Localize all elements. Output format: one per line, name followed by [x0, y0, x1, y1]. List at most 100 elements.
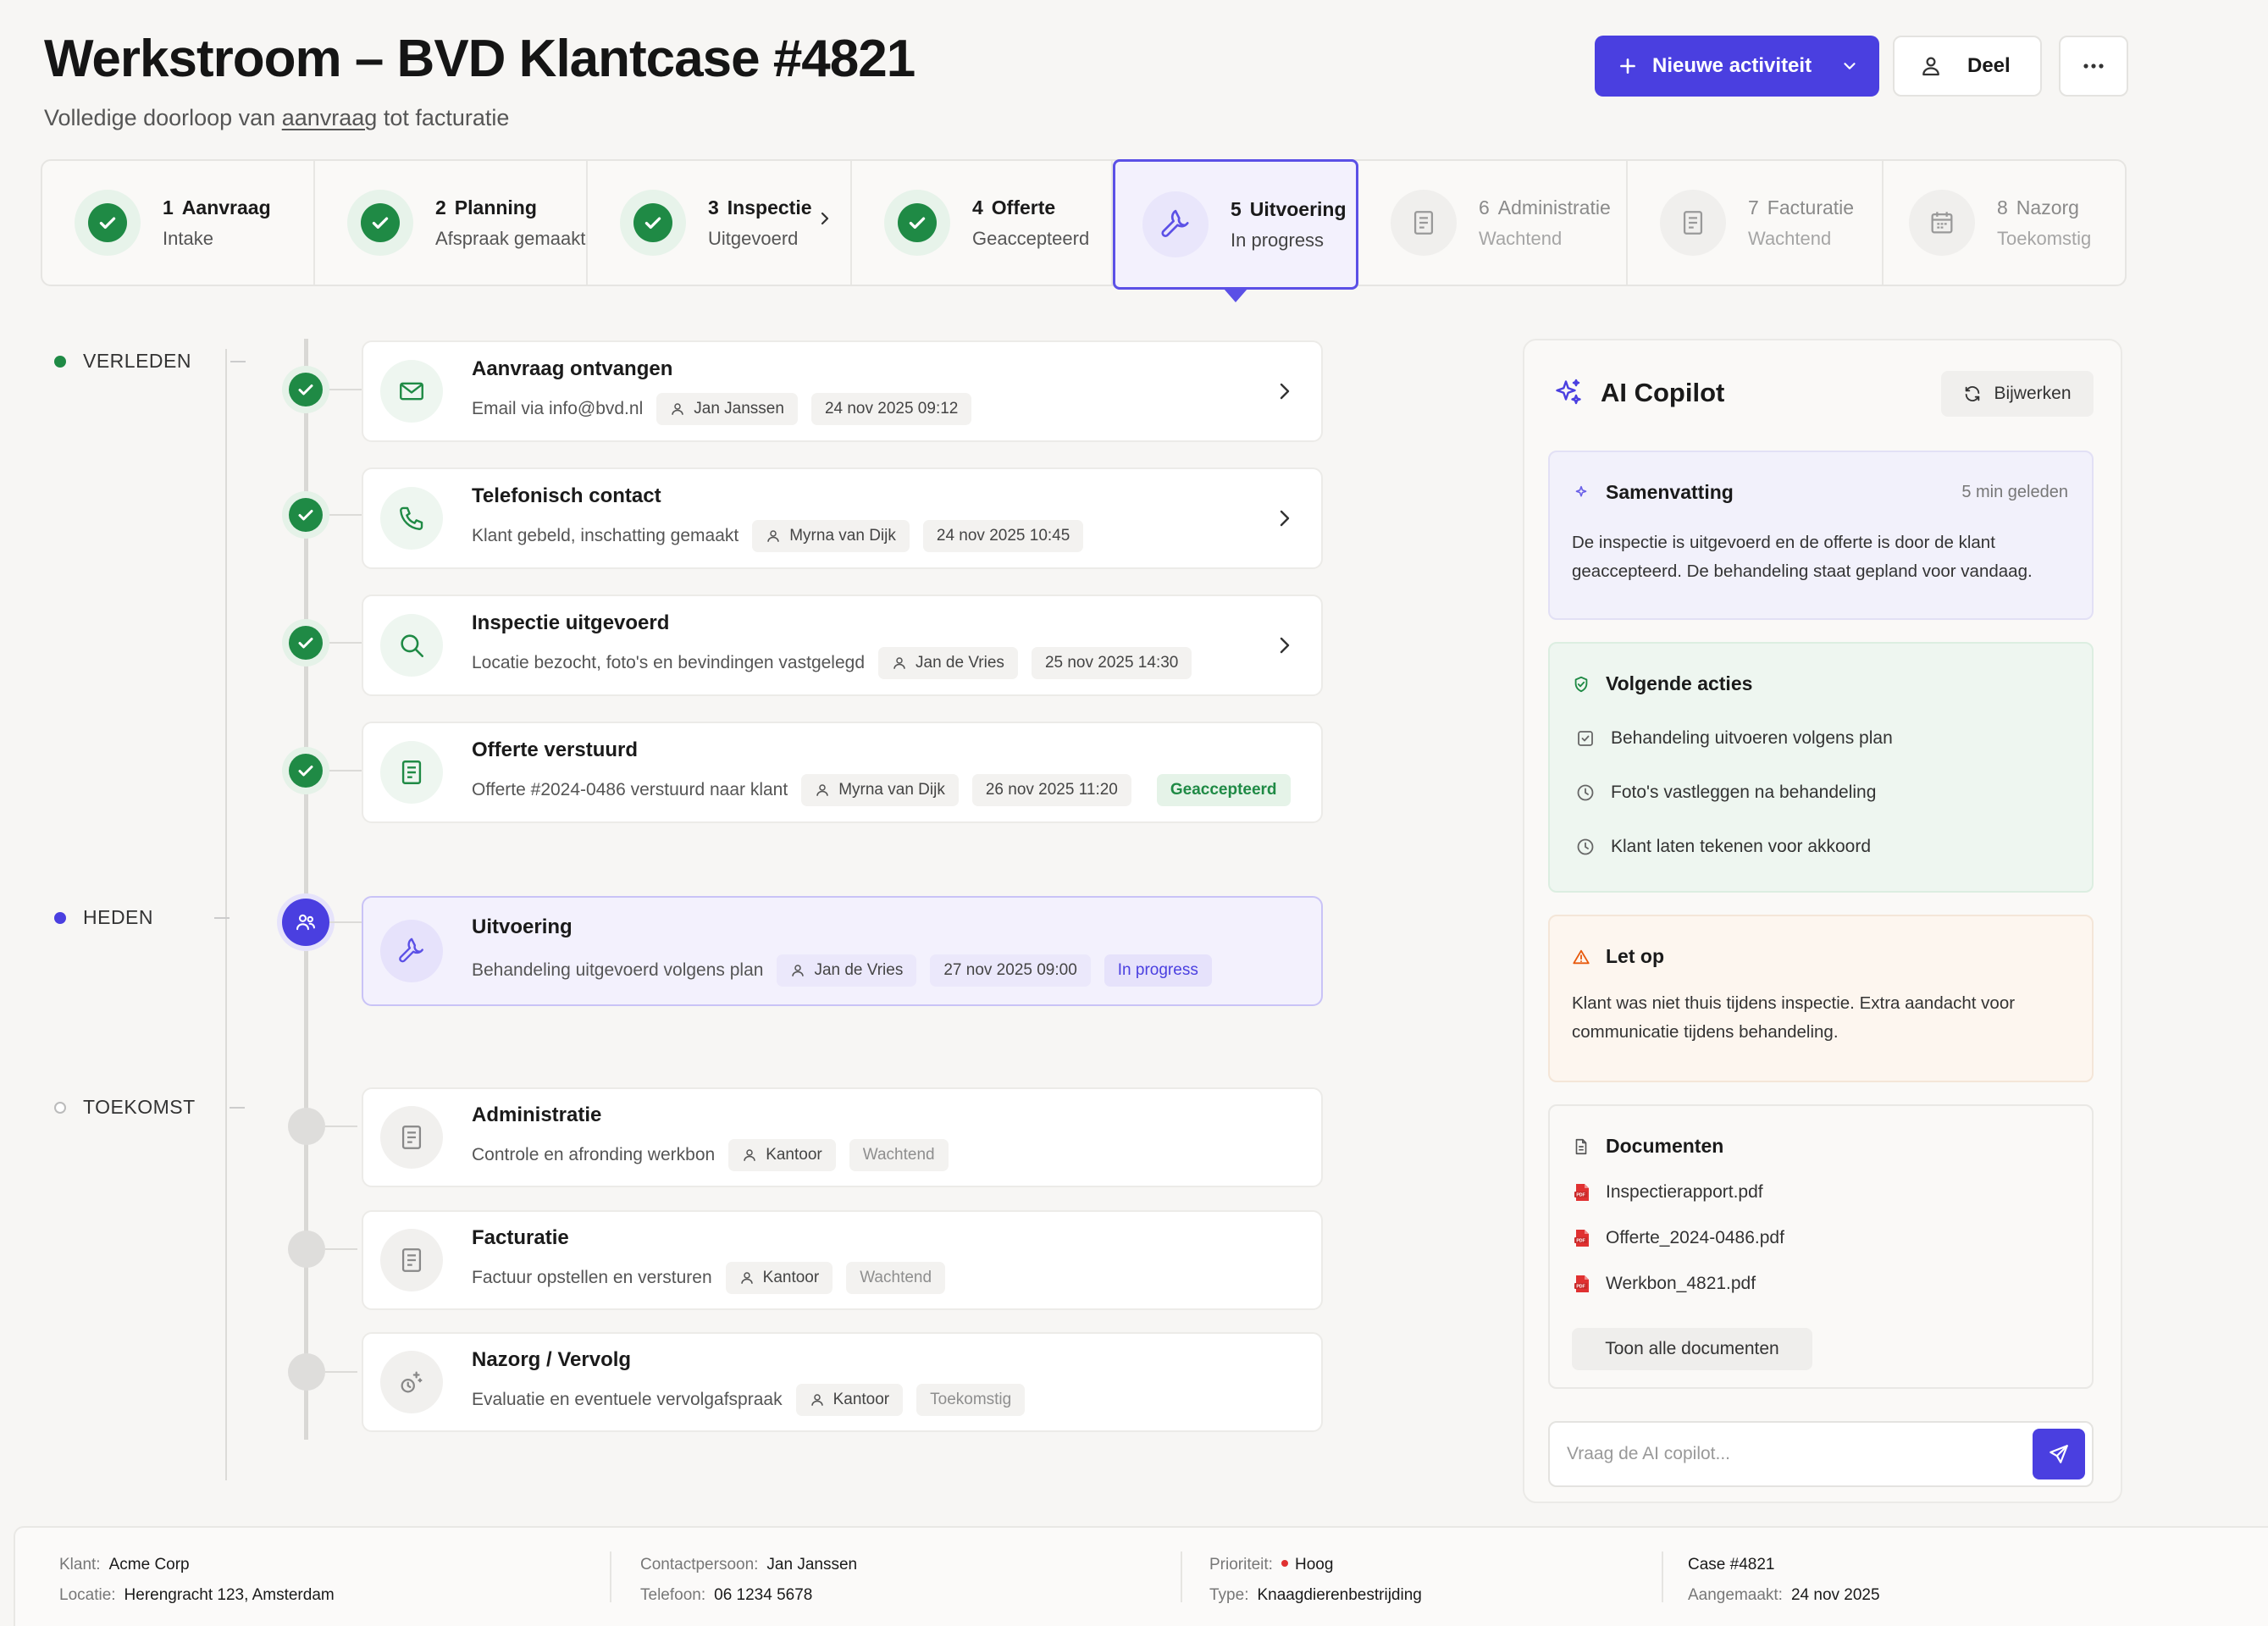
- quote-document-icon: [380, 741, 443, 804]
- step-check-icon: [884, 190, 950, 256]
- activity-card-current[interactable]: Uitvoering Behandeling uitgevoerd volgen…: [362, 896, 1323, 1006]
- activity-title: Uitvoering: [472, 915, 573, 938]
- wrench-icon: [380, 920, 443, 982]
- send-icon: [2049, 1445, 2068, 1463]
- share-button[interactable]: Deel: [1893, 36, 2042, 97]
- step-status: In progress: [1231, 229, 1325, 251]
- document-icon: [1391, 190, 1457, 256]
- status-badge: Wachtend: [846, 1262, 946, 1294]
- step-title: Uitvoering: [1249, 197, 1347, 220]
- person-icon: [792, 965, 805, 976]
- status-badge: In progress: [1104, 954, 1212, 987]
- step-status: Afspraak gemaakt: [435, 227, 586, 249]
- chevron-right-icon[interactable]: [1277, 634, 1292, 656]
- activity-title: Facturatie: [472, 1226, 569, 1249]
- person-icon: [810, 1394, 823, 1406]
- warning-triangle-icon: [1572, 948, 1590, 966]
- step-nazorg[interactable]: 8 Nazorg Toekomstig: [1884, 161, 2125, 285]
- svg-text:PDF: PDF: [1576, 1193, 1585, 1198]
- activity-card[interactable]: Offerte verstuurd Offerte #2024-0486 ver…: [362, 722, 1323, 823]
- activity-title: Nazorg / Vervolg: [472, 1348, 632, 1371]
- step-administratie[interactable]: 6 Administratie Wachtend: [1358, 161, 1628, 285]
- step-status: Wachtend: [1479, 227, 1563, 249]
- footer-client: Klant: Acme Corp Locatie: Herengracht 123,…: [59, 1556, 335, 1604]
- copilot-chat-bar: [1548, 1421, 2094, 1487]
- activity-card-future[interactable]: Nazorg / Vervolg Evaluatie en eventuele …: [362, 1332, 1323, 1432]
- activity-description: Controle en afronding werkbon: [472, 1145, 716, 1164]
- step-status: Intake: [163, 227, 213, 249]
- activity-card[interactable]: Telefonisch contact Klant gebeld, inscha…: [362, 467, 1323, 569]
- document-link[interactable]: PDF Offerte_2024-0486.pdf: [1572, 1228, 1784, 1248]
- timeline-node-future: [288, 1353, 325, 1391]
- footer-contact: Contactpersoon: Jan Janssen Telefoon: 06 1…: [640, 1556, 858, 1604]
- documents-card: Documenten PDF Inspectierapport.pdf PDF Of…: [1548, 1104, 2094, 1389]
- timeline-node-done: [282, 366, 329, 413]
- pdf-icon: PDF: [1574, 1275, 1589, 1292]
- step-facturatie[interactable]: 7 Facturatie Wachtend: [1628, 161, 1884, 285]
- copilot-chat-input[interactable]: [1567, 1444, 2033, 1464]
- step-title: Facturatie: [1767, 196, 1855, 218]
- activity-card-future[interactable]: Administratie Controle en afronding werk…: [362, 1087, 1323, 1187]
- step-status: Wachtend: [1748, 227, 1832, 249]
- activity-title: Telefonisch contact: [472, 484, 661, 507]
- person-chip: Kantoor: [725, 1262, 833, 1294]
- person-icon: [740, 1272, 753, 1284]
- update-button[interactable]: Bijwerken: [1941, 371, 2094, 417]
- warning-text: Klant was niet thuis tijdens inspectie. …: [1572, 993, 2016, 1042]
- action-item[interactable]: Foto's vastleggen na behandeling: [1575, 783, 1876, 803]
- action-item[interactable]: Klant laten tekenen voor akkoord: [1575, 837, 1871, 857]
- subtitle-link[interactable]: aanvraag: [282, 105, 378, 130]
- person-chip: Kantoor: [728, 1139, 836, 1171]
- show-all-documents-button[interactable]: Toon alle documenten: [1572, 1328, 1812, 1370]
- step-offerte[interactable]: 4 Offerte Geaccepteerd: [852, 161, 1113, 285]
- phone-icon: [380, 487, 443, 550]
- step-uitvoering[interactable]: 5 Uitvoering In progress: [1113, 159, 1358, 302]
- step-aanvraag[interactable]: 1 Aanvraag Intake: [42, 161, 315, 285]
- step-title: Nazorg: [2016, 196, 2079, 218]
- activity-card-future[interactable]: Facturatie Factuur opstellen en versture…: [362, 1210, 1323, 1310]
- activity-description: Factuur opstellen en versturen: [472, 1268, 712, 1287]
- sparkle-small-icon: [1572, 484, 1590, 502]
- timeline-node-future: [288, 1231, 325, 1268]
- activity-description: Email via info@bvd.nl: [472, 399, 644, 418]
- person-chip: Myrna van Dijk: [752, 520, 910, 552]
- send-button[interactable]: [2033, 1429, 2085, 1479]
- activity-card[interactable]: Inspectie uitgevoerd Locatie bezocht, fo…: [362, 595, 1323, 696]
- step-title: Offerte: [991, 196, 1056, 218]
- follow-up-icon: [380, 1351, 443, 1413]
- svg-text:PDF: PDF: [1576, 1239, 1585, 1244]
- priority-dot: [1281, 1559, 1288, 1567]
- clock-icon: [1577, 784, 1594, 801]
- date-chip: 25 nov 2025 14:30: [1031, 647, 1192, 679]
- person-chip: Kantoor: [795, 1384, 904, 1416]
- more-options-button[interactable]: [2059, 36, 2128, 97]
- date-chip: 27 nov 2025 09:00: [930, 954, 1091, 987]
- workflow-stepper: 1 Aanvraag Intake 2 Planning Afspraak gemaak…: [41, 159, 2127, 302]
- activity-description: Klant gebeld, inschatting gemaakt: [472, 526, 739, 545]
- document-link[interactable]: PDF Inspectierapport.pdf: [1572, 1182, 1763, 1203]
- share-user-icon: [1918, 53, 1944, 79]
- action-item[interactable]: Behandeling uitvoeren volgens plan: [1575, 728, 1893, 749]
- status-badge: Geaccepteerd: [1156, 774, 1291, 806]
- document-link[interactable]: PDF Werkbon_4821.pdf: [1572, 1274, 1756, 1294]
- chevron-right-icon: [818, 210, 832, 227]
- footer-priority: Prioriteit: Hoog Type: Knaagdierenbestrijd…: [1209, 1556, 1422, 1604]
- chevron-right-icon[interactable]: [1277, 380, 1292, 402]
- activity-card[interactable]: Aanvraag ontvangen Email via info@bvd.nl…: [362, 340, 1323, 442]
- person-icon: [767, 530, 779, 542]
- plus-icon: [1617, 55, 1639, 77]
- document-icon: [380, 1106, 443, 1169]
- summary-card: Samenvatting 5 min geleden De inspectie …: [1548, 451, 2094, 620]
- timeline-node-current-user-icon: [282, 899, 329, 946]
- step-inspectie[interactable]: 3 Inspectie Uitgevoerd: [588, 161, 852, 285]
- new-activity-button[interactable]: Nieuwe activiteit: [1595, 36, 1879, 97]
- date-chip: 26 nov 2025 11:20: [971, 774, 1131, 806]
- person-chip: Myrna van Dijk: [801, 774, 959, 806]
- person-icon: [816, 784, 828, 796]
- pdf-icon: PDF: [1574, 1184, 1589, 1201]
- activity-description: Locatie bezocht, foto's en bevindingen v…: [472, 653, 866, 672]
- step-check-icon: [620, 190, 686, 256]
- chevron-right-icon[interactable]: [1277, 507, 1292, 529]
- person-icon: [893, 657, 905, 669]
- step-planning[interactable]: 2 Planning Afspraak gemaakt: [315, 161, 588, 285]
